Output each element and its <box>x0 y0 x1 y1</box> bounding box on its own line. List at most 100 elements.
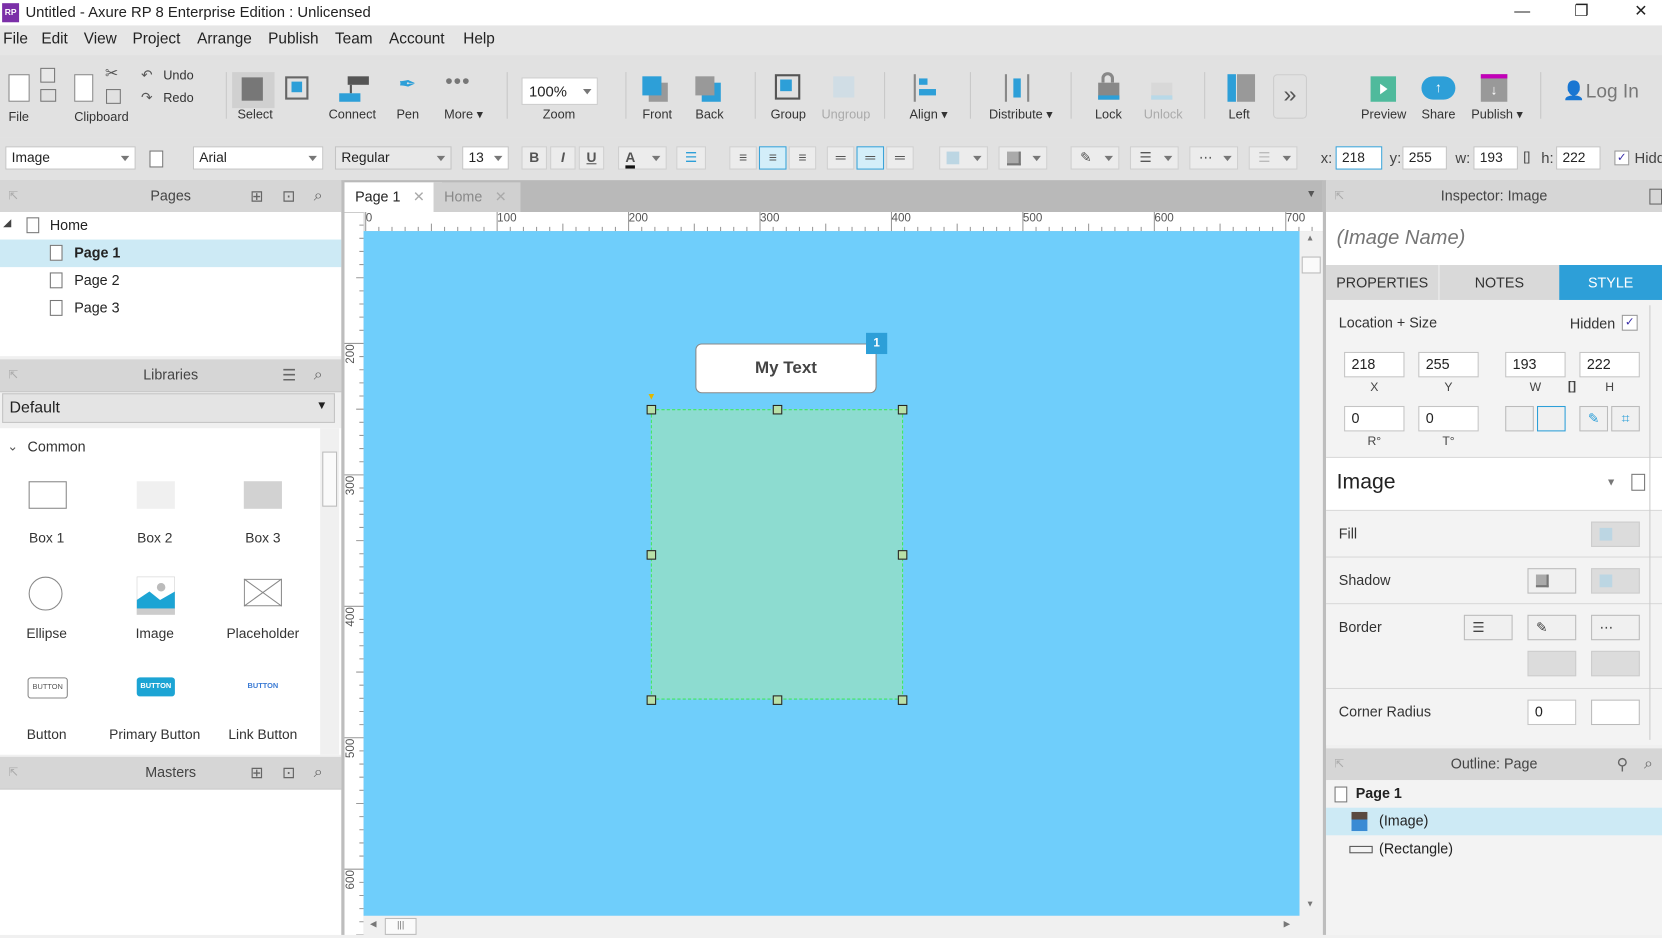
widget-box-1[interactable]: Box 1 <box>0 481 100 547</box>
text-widget-my-text[interactable]: My Text <box>695 343 877 394</box>
front-button[interactable]: Front <box>642 107 672 122</box>
menu-account[interactable]: Account <box>389 31 445 48</box>
resize-handle-nw[interactable] <box>646 404 657 415</box>
outline-item-page[interactable]: Page 1 <box>1326 780 1662 808</box>
bullet-list-button[interactable]: ☰ <box>676 146 706 170</box>
preview-icon[interactable] <box>1370 76 1397 102</box>
fill-color-button[interactable] <box>1591 521 1640 547</box>
x-input[interactable]: 218 <box>1335 146 1383 170</box>
tab-properties[interactable]: PROPERTIES <box>1326 265 1440 300</box>
search-icon[interactable]: ⌕ <box>314 366 323 384</box>
back-button[interactable]: Back <box>695 107 723 122</box>
widget-box-2[interactable]: Box 2 <box>102 481 208 547</box>
library-scrollbar[interactable] <box>320 428 340 755</box>
align-button[interactable]: Align ▾ <box>909 107 947 122</box>
font-family-select[interactable]: Arial <box>192 146 324 170</box>
chevron-down-icon[interactable]: ▼ <box>1606 477 1617 489</box>
align-center-button[interactable]: ≡ <box>758 146 787 170</box>
publish-button[interactable]: Publish ▾ <box>1471 107 1523 122</box>
tab-page-1[interactable]: Page 1 ✕ <box>344 182 443 212</box>
canvas-horizontal-scrollbar[interactable]: ◀ ||| ▶ <box>363 915 1300 935</box>
h-input[interactable]: 222 <box>1579 351 1640 378</box>
ungroup-button[interactable]: Ungroup <box>821 107 870 122</box>
close-tab-icon[interactable]: ✕ <box>413 189 425 205</box>
preview-button[interactable]: Preview <box>1361 107 1406 122</box>
scroll-down-icon[interactable]: ▼ <box>1306 899 1314 909</box>
select-contained-icon[interactable] <box>285 76 309 100</box>
menu-view[interactable]: View <box>84 31 117 48</box>
filter-icon[interactable]: ⚲ <box>1616 755 1628 774</box>
italic-button[interactable]: I <box>550 146 576 170</box>
scroll-right-icon[interactable]: ▶ <box>1284 919 1291 929</box>
border-color-button[interactable]: ✎ <box>1070 146 1120 170</box>
design-canvas[interactable]: My Text 1 ▼ <box>363 231 1300 916</box>
library-select[interactable]: Default ▼ <box>2 393 335 423</box>
original-size-button[interactable] <box>1536 405 1566 432</box>
resize-handle-e[interactable] <box>897 550 908 560</box>
x-input[interactable]: 218 <box>1344 351 1405 378</box>
page-tree-item-page-3[interactable]: Page 3 <box>0 295 341 323</box>
align-right-button[interactable]: ≡ <box>788 146 817 170</box>
note-badge[interactable]: 1 <box>866 332 888 355</box>
close-tab-icon[interactable]: ✕ <box>495 189 507 205</box>
widget-link-button[interactable]: BUTTON Link Button <box>210 677 316 743</box>
left-button[interactable]: Left <box>1229 107 1250 122</box>
scroll-thumb[interactable] <box>1301 256 1321 274</box>
page-tree-item-page-1[interactable]: Page 1 <box>0 239 342 268</box>
h-input[interactable]: 222 <box>1556 146 1601 170</box>
redo-button[interactable]: Redo <box>163 90 193 105</box>
tabs-dropdown-icon[interactable]: ▼ <box>1306 189 1317 201</box>
font-weight-select[interactable]: Regular <box>334 146 452 170</box>
resize-handle-ne[interactable] <box>897 404 908 415</box>
publish-icon[interactable]: ↓ <box>1480 74 1508 102</box>
new-file-icon[interactable] <box>8 74 30 102</box>
outline-item-rectangle[interactable]: (Rectangle) <box>1326 835 1662 863</box>
scroll-up-icon[interactable]: ▲ <box>1306 233 1314 243</box>
rotation-input[interactable]: 0 <box>1344 405 1405 432</box>
text-rotation-input[interactable]: 0 <box>1418 405 1479 432</box>
w-input[interactable]: 193 <box>1505 351 1566 378</box>
chevron-down-icon[interactable]: ⌄ <box>7 439 18 454</box>
share-button[interactable]: Share <box>1421 107 1455 122</box>
widget-ellipse[interactable]: Ellipse <box>0 576 100 643</box>
library-section-common[interactable]: Common <box>28 439 86 455</box>
zoom-select[interactable]: 100% <box>521 77 598 105</box>
border-visibility-button[interactable] <box>1527 650 1577 677</box>
tab-style[interactable]: STYLE <box>1559 265 1662 300</box>
search-icon[interactable]: ⌕ <box>314 187 323 205</box>
fit-content-button[interactable] <box>1505 405 1534 432</box>
widget-image[interactable]: Image <box>102 576 208 643</box>
inspector-name-field[interactable] <box>1326 211 1662 265</box>
corner-radius-input[interactable]: 0 <box>1527 699 1577 726</box>
shadow-button[interactable] <box>998 146 1048 170</box>
hidden-checkbox[interactable]: ✓ <box>1614 150 1630 166</box>
page-icon[interactable] <box>1649 188 1662 205</box>
close-button[interactable]: ✕ <box>1615 0 1662 25</box>
slice-image-button[interactable]: ✎ <box>1579 405 1609 432</box>
search-icon[interactable]: ⌕ <box>314 763 323 781</box>
font-size-select[interactable]: 13 <box>462 146 509 170</box>
select-intersect-button[interactable] <box>232 72 275 109</box>
lock-aspect-icon[interactable]: [] <box>1563 381 1580 394</box>
page-tree-item-home[interactable]: ◢ Home <box>0 212 341 240</box>
add-master-icon[interactable]: ⊞ <box>250 763 263 782</box>
menu-publish[interactable]: Publish <box>268 31 318 48</box>
restore-button[interactable]: ❐ <box>1556 0 1607 25</box>
widget-primary-button[interactable]: BUTTON Primary Button <box>102 677 208 743</box>
scroll-thumb[interactable] <box>322 451 338 507</box>
menu-icon[interactable]: ☰ <box>282 366 296 385</box>
save-icon[interactable] <box>40 67 56 83</box>
login-button[interactable]: Log In <box>1586 81 1639 103</box>
style-manager-icon[interactable] <box>1631 473 1646 491</box>
arrow-style-button[interactable]: ☰ <box>1248 146 1298 170</box>
border-thickness-button[interactable]: ☰ <box>1463 614 1513 641</box>
more-icon[interactable]: ••• <box>445 70 470 94</box>
add-folder-icon[interactable]: ⊡ <box>282 763 295 782</box>
group-button[interactable]: Group <box>771 107 806 122</box>
share-cloud-icon[interactable]: ↑ <box>1421 76 1456 100</box>
border-pattern-button[interactable]: ⋯ <box>1591 614 1640 641</box>
crop-image-button[interactable]: ⌗ <box>1611 405 1640 432</box>
resize-handle-w[interactable] <box>646 550 657 560</box>
undo-button[interactable]: Undo <box>163 68 193 83</box>
menu-help[interactable]: Help <box>463 31 495 48</box>
